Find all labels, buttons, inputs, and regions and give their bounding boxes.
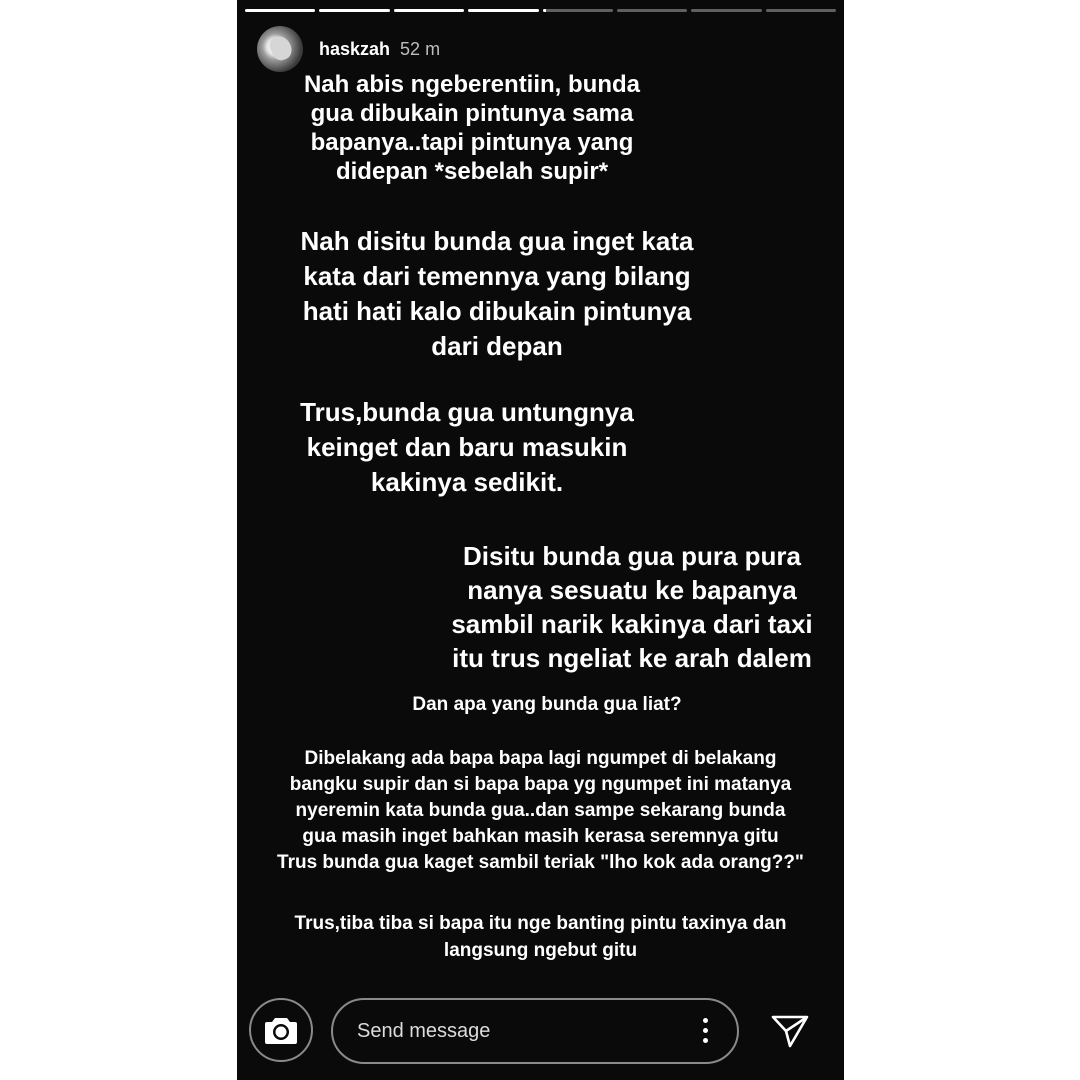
story-text-block: Dibelakang ada bapa bapa lagi ngumpet di…	[277, 748, 804, 873]
story-text-block: Nah abis ngeberentiin, bunda gua dibukai…	[303, 71, 641, 185]
story-progress-segment	[691, 9, 762, 12]
story-progress-segment	[765, 9, 836, 12]
message-field-container	[331, 998, 739, 1064]
avatar[interactable]	[257, 26, 303, 72]
story-progress-segment	[468, 9, 539, 12]
story-text-block: Nah disitu bunda gua inget kata kata dar…	[300, 226, 694, 361]
send-message-input[interactable]	[355, 1018, 659, 1044]
story-viewer[interactable]: haskzah 52 m Nah abis ngeberentiin, bund…	[237, 0, 844, 1080]
username[interactable]: haskzah	[319, 39, 390, 60]
send-icon[interactable]	[771, 1014, 809, 1048]
story-text-block: Dan apa yang bunda gua liat?	[412, 694, 682, 715]
story-text-block: Trus,bunda gua untungnya keinget dan bar…	[300, 397, 634, 497]
more-vertical-icon[interactable]	[703, 1018, 709, 1046]
story-progress-segment	[319, 9, 390, 12]
story-progress-segment	[616, 9, 688, 12]
story-progress-segment	[542, 9, 613, 12]
story-progress-bar	[245, 9, 836, 12]
post-time: 52 m	[400, 38, 441, 59]
reply-bar	[237, 996, 844, 1070]
story-progress-segment	[393, 9, 465, 12]
story-text-block: Trus,tiba tiba si bapa itu nge banting p…	[294, 913, 787, 961]
camera-icon	[265, 1018, 297, 1044]
story-text-block: Disitu bunda gua pura pura nanya sesuatu…	[451, 541, 813, 673]
camera-button[interactable]	[249, 998, 313, 1062]
story-progress-segment	[245, 9, 316, 12]
story-header: haskzah 52 m	[257, 26, 440, 72]
